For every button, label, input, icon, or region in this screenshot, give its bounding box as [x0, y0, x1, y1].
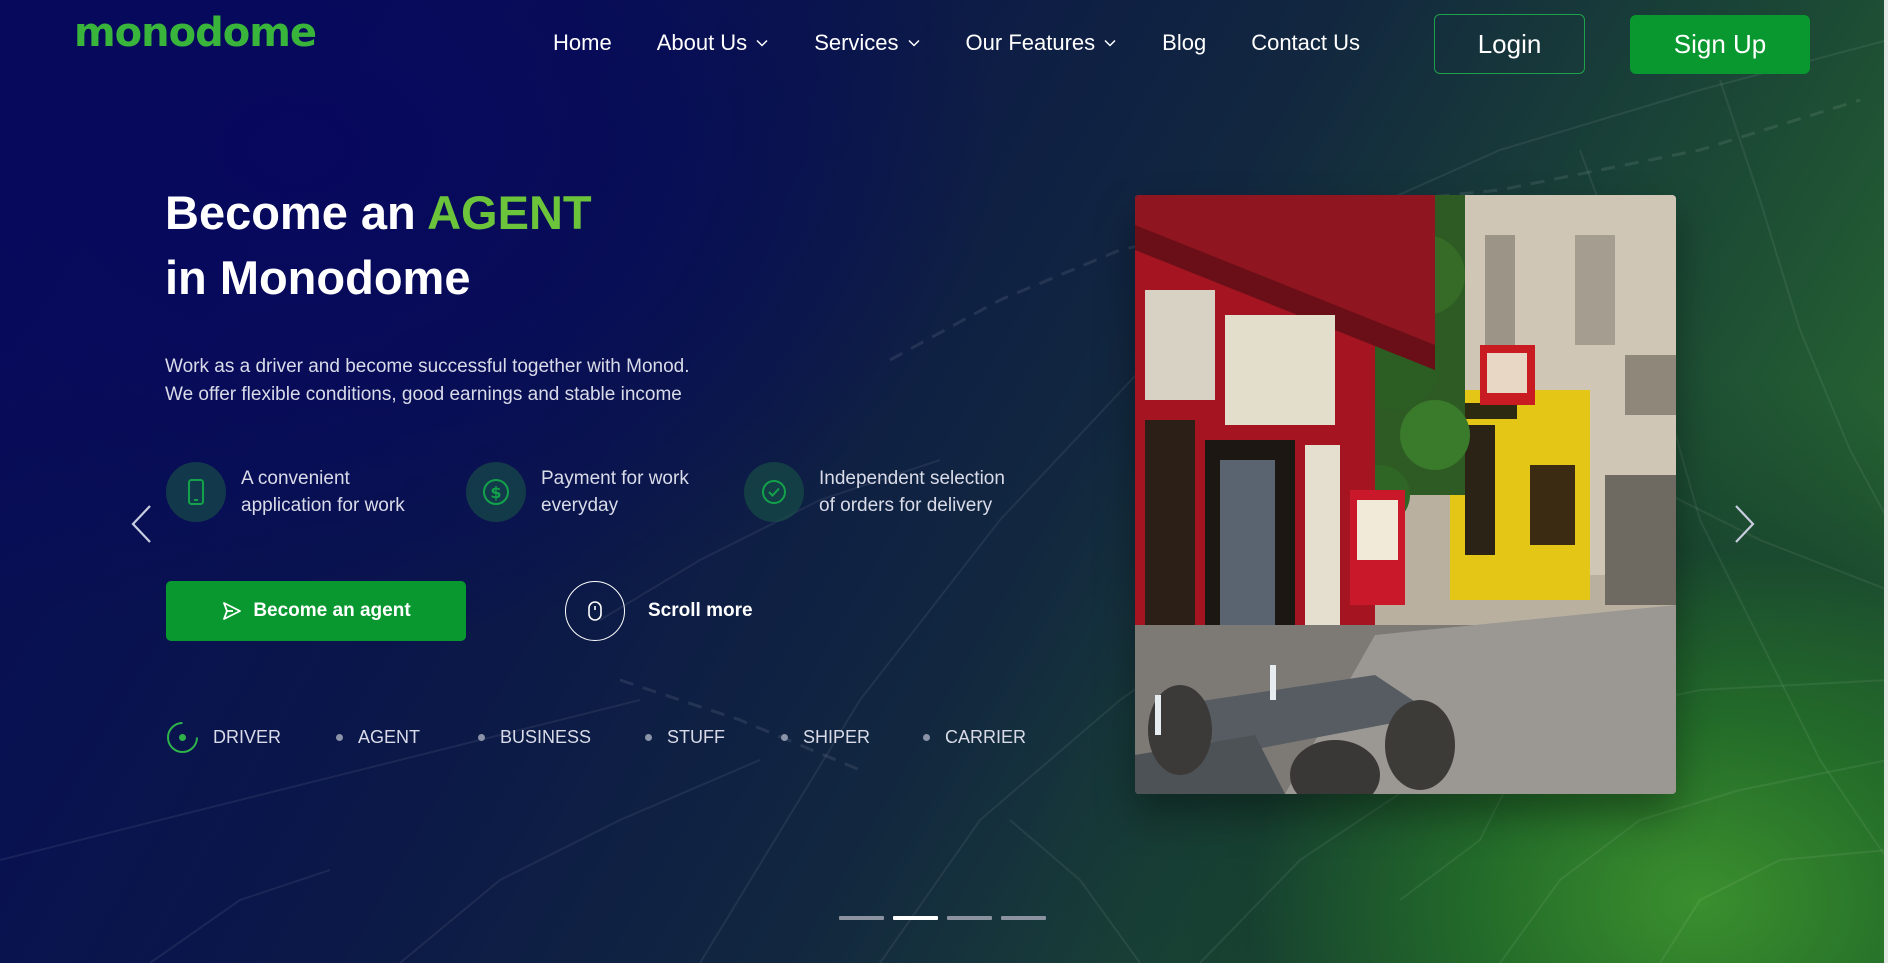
subtitle-line1: Work as a driver and become successful t… — [165, 356, 690, 377]
dot-icon — [336, 733, 343, 741]
nav-services-label: Services — [814, 30, 899, 55]
next-slide-arrow[interactable] — [1732, 502, 1758, 546]
signup-button[interactable]: Sign Up — [1630, 15, 1810, 74]
nav-home-label: Home — [553, 30, 612, 55]
hero-title: Become an AGENT in Monodome — [165, 180, 592, 310]
role-tab-driver[interactable]: DRIVER — [166, 717, 281, 757]
feature-line2: everyday — [541, 495, 619, 516]
slide-indicator-2[interactable] — [893, 916, 938, 920]
feature-line2: of orders for delivery — [819, 495, 993, 516]
slide-indicator-1[interactable] — [839, 916, 884, 920]
active-ring-icon — [167, 721, 198, 753]
title-accent: AGENT — [427, 186, 592, 239]
phone-icon — [166, 462, 226, 522]
dot-icon — [478, 733, 485, 741]
feature-item: $ Payment for work everyday — [466, 462, 689, 522]
feature-line1: A convenient — [241, 468, 350, 489]
role-label: STUFF — [667, 726, 725, 747]
role-label: CARRIER — [945, 726, 1027, 747]
scroll-more-label: Scroll more — [648, 600, 753, 621]
become-agent-button[interactable]: Become an agent — [166, 581, 466, 641]
feature-line2: application for work — [241, 495, 405, 516]
slide-indicators — [839, 916, 1055, 920]
role-tab-business[interactable]: BUSINESS — [478, 717, 591, 757]
slide-indicator-3[interactable] — [947, 916, 992, 920]
role-tab-agent[interactable]: AGENT — [336, 717, 420, 757]
hero-photo — [1135, 195, 1676, 794]
dot-icon — [645, 733, 652, 741]
chevron-down-icon — [1104, 39, 1116, 47]
role-tabs: DRIVER AGENT BUSINESS STUFF SHIPER CARRI… — [166, 717, 1046, 757]
nav-contact-us-label: Contact Us — [1251, 30, 1361, 55]
role-label: DRIVER — [213, 726, 282, 747]
mouse-icon — [565, 581, 625, 641]
dot-icon — [923, 733, 930, 741]
dot-icon — [781, 733, 788, 741]
title-line2: in Monodome — [165, 251, 471, 304]
role-label: BUSINESS — [500, 726, 592, 747]
chevron-down-icon — [756, 39, 768, 47]
nav-about-us-label: About Us — [656, 30, 748, 55]
subtitle-line2: We offer flexible conditions, good earni… — [165, 384, 682, 405]
chevron-down-icon — [908, 39, 920, 47]
scroll-more[interactable]: Scroll more — [565, 581, 753, 641]
role-tab-shiper[interactable]: SHIPER — [781, 717, 870, 757]
role-tab-carrier[interactable]: CARRIER — [923, 717, 1026, 757]
role-label: SHIPER — [803, 726, 871, 747]
check-circle-icon — [744, 462, 804, 522]
nav-blog-label: Blog — [1162, 30, 1207, 55]
nav-our-features-label: Our Features — [965, 30, 1096, 55]
nav-blog[interactable]: Blog — [1162, 30, 1206, 56]
nav-our-features[interactable]: Our Features — [966, 30, 1118, 56]
role-label: AGENT — [358, 726, 421, 747]
become-agent-label: Become an agent — [253, 600, 411, 621]
dollar-icon: $ — [466, 462, 526, 522]
feature-item: Independent selection of orders for deli… — [744, 462, 1005, 522]
send-icon — [223, 602, 242, 620]
nav-services[interactable]: Services — [814, 30, 920, 56]
title-prefix: Become an — [165, 186, 428, 239]
monodome-logo[interactable]: monodome — [74, 10, 317, 56]
prev-slide-arrow[interactable] — [128, 502, 154, 546]
hero-section: monodome Home About Us Services Our Feat… — [0, 0, 1888, 963]
login-button[interactable]: Login — [1434, 14, 1585, 74]
main-nav: Home About Us Services Our Features Blog… — [553, 30, 1405, 56]
page-scrollbar[interactable] — [1884, 0, 1888, 963]
nav-home[interactable]: Home — [553, 30, 612, 56]
nav-about-us[interactable]: About Us — [657, 30, 770, 56]
feature-line1: Payment for work — [541, 468, 689, 489]
feature-item: A convenient application for work — [166, 462, 405, 522]
hero-subtitle: Work as a driver and become successful t… — [165, 353, 690, 409]
role-tab-stuff[interactable]: STUFF — [645, 717, 725, 757]
svg-text:$: $ — [490, 483, 501, 502]
slide-indicator-4[interactable] — [1001, 916, 1046, 920]
nav-contact-us[interactable]: Contact Us — [1251, 30, 1360, 56]
feature-line1: Independent selection — [819, 468, 1005, 489]
